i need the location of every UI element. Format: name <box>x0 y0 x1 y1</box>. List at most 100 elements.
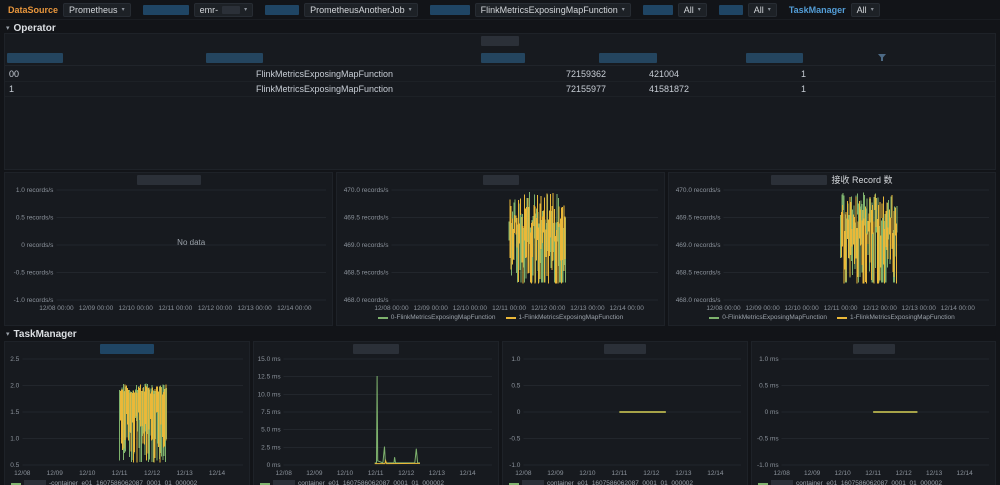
redacted-title <box>853 344 895 354</box>
dropdown-value: Prometheus <box>69 5 118 15</box>
svg-text:12/12: 12/12 <box>643 470 660 477</box>
svg-text:12/14: 12/14 <box>459 470 476 477</box>
table-column-header[interactable] <box>7 53 63 63</box>
template-variable: All ▾ <box>719 3 777 17</box>
legend-item[interactable]: container_e01_1607586062087_0001_01_0000… <box>509 480 693 485</box>
svg-text:0.5: 0.5 <box>10 462 19 469</box>
template-variable: FlinkMetricsExposingMapFunction▾ <box>430 3 631 17</box>
variable-dropdown-5[interactable]: All ▾ <box>748 3 777 17</box>
dropdown-value: All <box>754 5 764 15</box>
time-series-graph[interactable]: 2.52.01.51.00.512/0812/0912/1012/1112/12… <box>5 355 249 477</box>
legend-label: container_e01_1607586062087_0001_01_0000… <box>547 480 693 485</box>
redacted-variable-label <box>143 5 189 15</box>
time-series-graph[interactable]: 1.0 records/s0.5 records/s0 records/s-0.… <box>5 186 332 312</box>
table-panel-title[interactable] <box>5 34 995 47</box>
legend-item[interactable]: 0-FlinkMetricsExposingMapFunction <box>709 314 827 321</box>
legend-item[interactable]: 0-FlinkMetricsExposingMapFunction <box>378 314 496 321</box>
svg-text:0.5 records/s: 0.5 records/s <box>16 215 54 222</box>
time-series-graph[interactable]: 1.00.50-0.5-1.012/0812/0912/1012/1112/12… <box>503 355 747 477</box>
svg-text:12/14 00:00: 12/14 00:00 <box>609 305 644 312</box>
row-title: TaskManager <box>14 329 77 340</box>
legend-item[interactable]: 1-FlinkMetricsExposingMapFunction <box>506 314 624 321</box>
svg-text:468.0 records/s: 468.0 records/s <box>676 297 722 304</box>
svg-text:5.0 ms: 5.0 ms <box>261 427 281 434</box>
svg-text:15.0 ms: 15.0 ms <box>258 356 282 363</box>
legend-series-color <box>758 483 768 485</box>
table-cell: 1 <box>9 84 14 94</box>
panel-title-text: 接收 Record 数 <box>831 173 892 186</box>
time-series-graph[interactable]: 15.0 ms12.5 ms10.0 ms7.5 ms5.0 ms2.5 ms0… <box>254 355 498 477</box>
svg-text:12/11 00:00: 12/11 00:00 <box>824 305 858 312</box>
panel-title[interactable] <box>503 342 747 355</box>
svg-text:12/08 00:00: 12/08 00:00 <box>374 305 409 312</box>
taskmanager-graph-panel-2: 15.0 ms12.5 ms10.0 ms7.5 ms5.0 ms2.5 ms0… <box>253 341 499 485</box>
time-series-graph[interactable]: 470.0 records/s469.5 records/s469.0 reco… <box>337 186 664 312</box>
legend-item[interactable]: 1-FlinkMetricsExposingMapFunction <box>837 314 955 321</box>
filter-icon[interactable] <box>878 54 886 62</box>
time-series-graph[interactable]: 470.0 records/s469.5 records/s469.0 reco… <box>669 186 995 312</box>
svg-text:12/08: 12/08 <box>14 470 31 477</box>
table-cell: 1 <box>801 69 806 79</box>
chevron-down-icon: ▾ <box>768 6 771 13</box>
dropdown-value: PrometheusAnotherJob <box>310 5 405 15</box>
svg-text:0 records/s: 0 records/s <box>21 242 54 249</box>
table-column-header[interactable] <box>206 53 263 63</box>
row-title: Operator <box>14 23 56 34</box>
table-column-header[interactable] <box>599 53 657 63</box>
svg-text:1.0: 1.0 <box>10 436 19 443</box>
svg-text:12.5 ms: 12.5 ms <box>258 374 282 381</box>
svg-text:468.5 records/s: 468.5 records/s <box>344 270 390 277</box>
table-cell: 41581872 <box>649 84 689 94</box>
svg-text:12/13: 12/13 <box>176 470 193 477</box>
svg-text:12/08 00:00: 12/08 00:00 <box>39 305 74 312</box>
svg-text:12/13 00:00: 12/13 00:00 <box>570 305 605 312</box>
panel-title[interactable] <box>752 342 995 355</box>
svg-text:-1.0 ms: -1.0 ms <box>757 462 779 469</box>
template-variable: All▾ <box>643 3 707 17</box>
table-column-header[interactable] <box>481 53 525 63</box>
svg-text:12/14: 12/14 <box>707 470 724 477</box>
redacted-title <box>604 344 646 354</box>
variable-dropdown-2[interactable]: PrometheusAnotherJob▾ <box>304 3 418 17</box>
svg-text:12/11: 12/11 <box>865 470 881 477</box>
legend-label: 1-FlinkMetricsExposingMapFunction <box>850 314 955 321</box>
dropdown-value: emr- <box>200 5 219 15</box>
variable-dropdown-0[interactable]: Prometheus▾ <box>63 3 131 17</box>
svg-text:-0.5 ms: -0.5 ms <box>757 436 779 443</box>
legend <box>11 312 326 323</box>
redacted-title <box>100 344 154 354</box>
legend-item[interactable]: container_e01_1607586062087_0001_01_0000… <box>758 480 942 485</box>
svg-text:12/09 00:00: 12/09 00:00 <box>414 305 449 312</box>
table-cell: 72155977 <box>566 84 606 94</box>
svg-text:1.0: 1.0 <box>511 356 520 363</box>
panel-title[interactable]: 接收 Record 数 <box>669 173 995 186</box>
chevron-down-icon: ▾ <box>244 6 247 13</box>
svg-text:12/08: 12/08 <box>515 470 532 477</box>
panel-title[interactable] <box>5 173 332 186</box>
panel-title[interactable] <box>5 342 249 355</box>
svg-text:7.5 ms: 7.5 ms <box>261 409 281 416</box>
svg-text:2.0: 2.0 <box>10 383 19 390</box>
taskmanager-graph-panel-3: 1.00.50-0.5-1.012/0812/0912/1012/1112/12… <box>502 341 748 485</box>
operator-table-panel: 00FlinkMetricsExposingMapFunction7215936… <box>4 33 996 170</box>
time-series-graph[interactable]: 1.0 ms0.5 ms0 ms-0.5 ms-1.0 ms12/0812/09… <box>752 355 995 477</box>
svg-text:12/10 00:00: 12/10 00:00 <box>119 305 154 312</box>
variable-dropdown-3[interactable]: FlinkMetricsExposingMapFunction▾ <box>475 3 631 17</box>
panel-title[interactable] <box>337 173 664 186</box>
chevron-down-icon: ▾ <box>698 6 701 13</box>
row-header-taskmanager[interactable]: ▾ TaskManager <box>6 328 77 340</box>
variable-dropdown-6[interactable]: All▾ <box>851 3 880 17</box>
legend-item[interactable]: container_e01_1607586062087_0001_01_0000… <box>260 480 444 485</box>
variable-dropdown-1[interactable]: emr- ▾ <box>194 3 254 17</box>
svg-text:12/11: 12/11 <box>112 470 128 477</box>
legend-item[interactable]: -container_e01_1607586062087_0001_01_000… <box>11 480 197 485</box>
svg-text:12/12: 12/12 <box>144 470 161 477</box>
redacted-title <box>481 36 519 46</box>
variable-dropdown-4[interactable]: All▾ <box>678 3 707 17</box>
svg-text:No data: No data <box>177 238 206 247</box>
panel-title[interactable] <box>254 342 498 355</box>
svg-text:12/12 00:00: 12/12 00:00 <box>198 305 233 312</box>
chevron-down-icon: ▾ <box>871 6 874 13</box>
table-column-header[interactable] <box>746 53 803 63</box>
legend: container_e01_1607586062087_0001_01_0000… <box>509 478 741 485</box>
